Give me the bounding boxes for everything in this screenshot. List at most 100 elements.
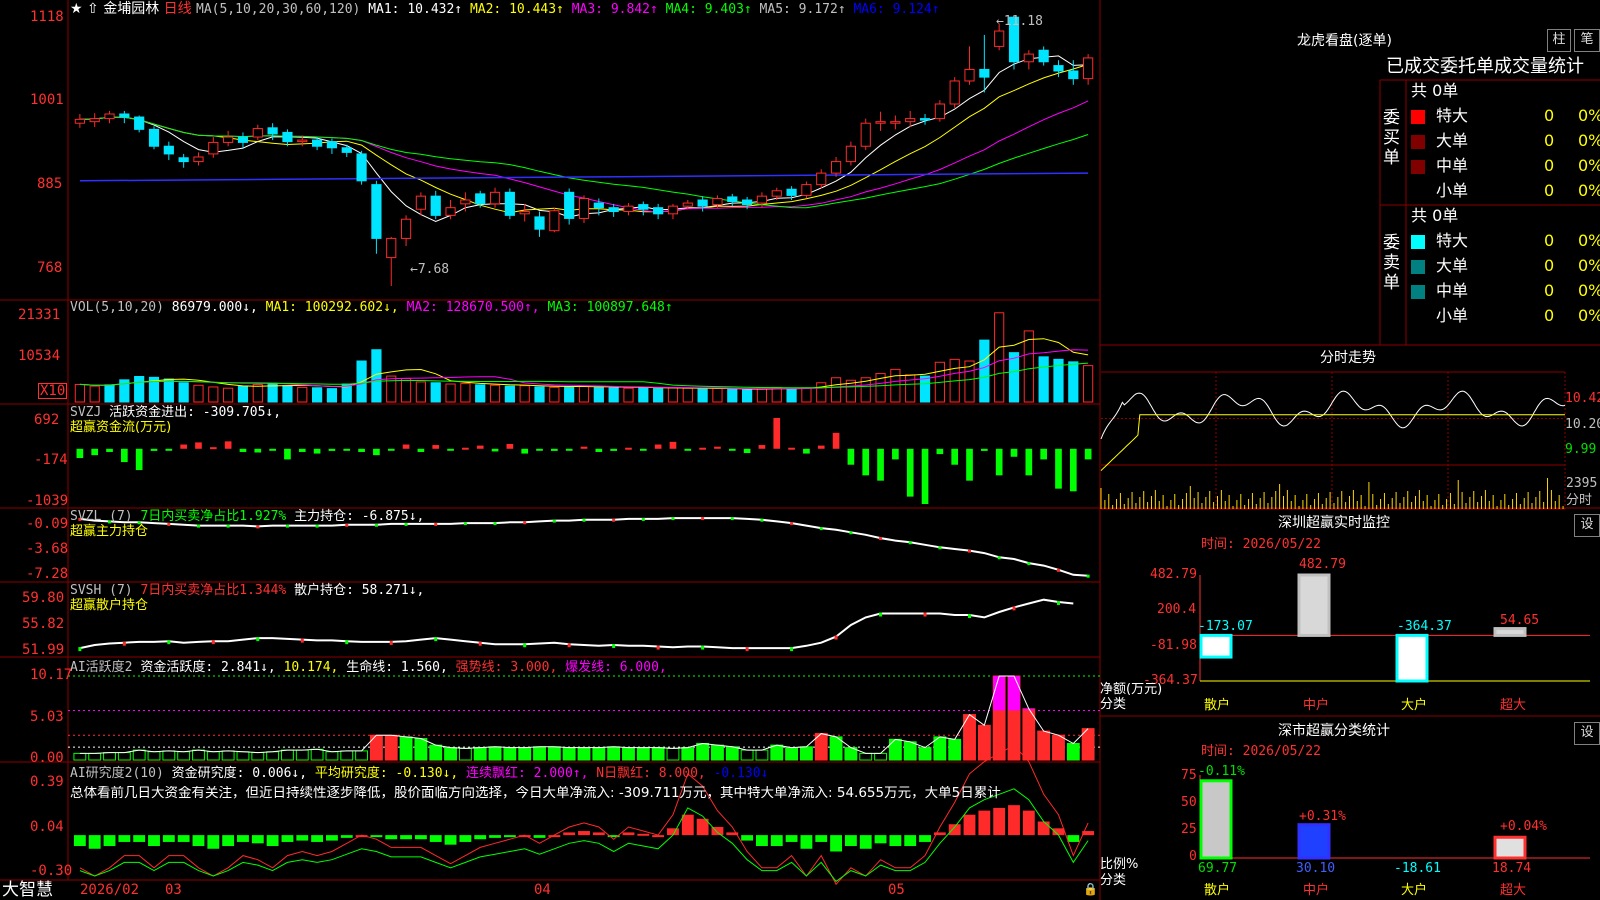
- fund-flow-bar: [669, 441, 677, 449]
- candle-body: [875, 121, 886, 124]
- price-tick: 768: [37, 260, 63, 276]
- period-label[interactable]: 日线: [164, 1, 192, 17]
- star-icon[interactable]: ★: [70, 1, 83, 17]
- main-force-dot: [552, 519, 556, 523]
- activity-bar: [636, 747, 650, 761]
- buy-row-val: 0: [1544, 131, 1555, 150]
- activity-bar: [162, 750, 176, 761]
- activity-bar: [384, 734, 398, 761]
- volume-bar: [564, 386, 575, 403]
- szcls-settings-button[interactable]: 设: [1574, 722, 1600, 745]
- research-bar: [844, 835, 857, 847]
- volume-bar: [816, 382, 827, 403]
- candle-body: [519, 211, 530, 215]
- fund-flow-bar: [180, 444, 187, 449]
- szrt-time: 时间: 2026/05/22: [1201, 537, 1321, 552]
- candle-body: [386, 237, 397, 259]
- candle-body: [564, 191, 575, 219]
- fund-flow-bar: [803, 448, 810, 454]
- candle-body: [74, 118, 85, 124]
- volume-bar: [237, 386, 249, 403]
- candle-body: [208, 141, 219, 155]
- fund-flow-bar: [150, 448, 158, 451]
- volume-bar: [979, 339, 990, 403]
- candle-body: [727, 196, 738, 203]
- research-bar: [326, 835, 338, 841]
- szcls-tick: 50: [1181, 795, 1197, 810]
- research-bar: [414, 835, 427, 840]
- lock-icon[interactable]: 🔒: [1083, 882, 1098, 896]
- candle-body: [312, 139, 323, 147]
- sell-side-label: 委卖单: [1383, 233, 1400, 293]
- candle-body: [549, 210, 560, 232]
- main-force-dot: [997, 556, 1001, 560]
- activity-bar: [577, 747, 591, 761]
- candle-body: [949, 80, 960, 105]
- fund-flow-bar: [417, 448, 425, 452]
- fund-flow-bar: [728, 448, 736, 451]
- activity-bar: [725, 746, 739, 761]
- volume-bar: [163, 378, 174, 403]
- szcls-cat: 超大: [1500, 883, 1527, 898]
- candle-body: [919, 118, 931, 121]
- fund-flow-bar: [951, 448, 959, 465]
- szrt-settings-button[interactable]: 设: [1574, 514, 1600, 537]
- svsh-name: SVSH (7): [70, 583, 133, 598]
- fund-flow-bar: [254, 448, 262, 453]
- volume-bar: [460, 383, 471, 403]
- activity-bar: [592, 747, 606, 761]
- retail-dot: [523, 643, 527, 648]
- szcls-tick: 0: [1189, 849, 1197, 864]
- buy-side-label: 委买单: [1383, 108, 1400, 168]
- activity-bar: [622, 747, 635, 761]
- research-bar: [741, 835, 754, 841]
- ai1-tick: 0.00: [30, 750, 64, 766]
- chart-canvas[interactable]: 69.77 30.10 -18.61 18.74: [0, 0, 1600, 900]
- fund-flow-bar: [966, 448, 973, 481]
- fund-flow-bar: [402, 444, 410, 449]
- candle-body: [282, 131, 293, 143]
- longhu-title: 龙虎看盘(逐单): [1297, 33, 1392, 49]
- research-bar: [785, 835, 798, 842]
- fund-flow-bar: [743, 448, 751, 454]
- activity-bar: [874, 752, 887, 761]
- candle-body: [489, 191, 501, 205]
- activity-bar: [206, 751, 220, 761]
- research-bar: [978, 810, 991, 836]
- candle-body: [623, 205, 634, 213]
- ai2-comment: 总体看前几日大资金有关注，但近日持续性逐步降低，股价面临方向选择，今日大单净流入…: [70, 786, 1001, 800]
- sell-row-val: 0: [1544, 306, 1555, 325]
- ma4-value: MA4: 9.403↑: [665, 2, 752, 17]
- sell-l-swatch: [1411, 260, 1425, 274]
- tab-tick-view[interactable]: 笔: [1574, 29, 1600, 52]
- fund-flow-bar: [1055, 448, 1062, 489]
- szrt-cat: 中户: [1303, 698, 1330, 713]
- ai2-a: 资金研究度: 0.006↓,: [171, 766, 308, 781]
- research-bar: [667, 828, 679, 836]
- fund-flow-bar: [447, 448, 454, 451]
- monitor-bar: [1395, 633, 1429, 683]
- activity-bar: [666, 747, 680, 761]
- research-bar: [681, 814, 694, 836]
- category-bar: [1297, 823, 1331, 860]
- candle-body: [104, 113, 115, 120]
- retail-dot: [923, 612, 927, 617]
- candle-body: [905, 118, 916, 123]
- ai2-tick: 0.04: [30, 819, 64, 835]
- main-force-dot: [819, 527, 823, 531]
- ai1-b: 10.174,: [283, 660, 339, 675]
- tab-bar-view[interactable]: 柱: [1547, 29, 1571, 52]
- stock-name: 金埔园林: [103, 1, 160, 17]
- retail-dot: [1012, 606, 1016, 611]
- activity-bar: [281, 749, 294, 761]
- szcls-ylabel: 比例%: [1100, 857, 1139, 872]
- activity-bar: [1052, 734, 1065, 761]
- fund-flow-bar: [877, 448, 884, 481]
- retail-dot: [612, 644, 616, 649]
- activity-bar: [295, 749, 309, 761]
- research-bar: [563, 832, 576, 836]
- activity-bar: [340, 750, 354, 761]
- ai2-tick: 0.39: [30, 774, 64, 790]
- activity-bar: [325, 751, 339, 761]
- activity-bar: [458, 747, 472, 761]
